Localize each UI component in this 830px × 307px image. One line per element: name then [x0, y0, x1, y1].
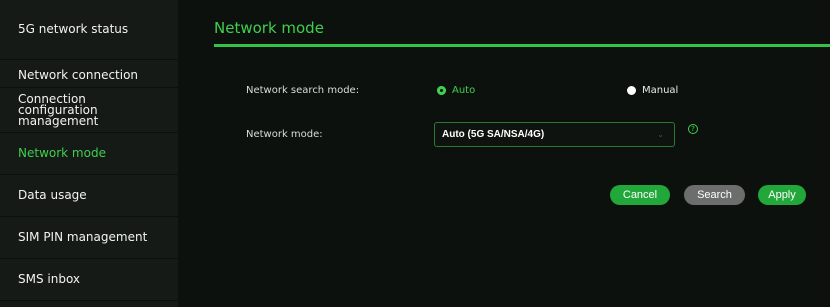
sidebar-item-data-usage[interactable]: Data usage [0, 175, 178, 217]
cancel-button[interactable]: Cancel [610, 185, 670, 205]
network-mode-value: Auto (5G SA/NSA/4G) [442, 129, 545, 140]
sidebar-item-label: SIM PIN management [18, 230, 148, 244]
sidebar-item-network-mode[interactable]: Network mode [0, 133, 178, 175]
sidebar-item-label: SMS inbox [18, 272, 81, 286]
radio-auto[interactable]: Auto [437, 85, 475, 96]
sidebar-item-label: Network mode [18, 146, 106, 160]
network-search-mode-label: Network search mode: [246, 85, 360, 96]
radio-manual-label: Manual [642, 85, 679, 96]
sidebar-item-sms-inbox[interactable]: SMS inbox [0, 259, 178, 301]
radio-manual[interactable]: Manual [627, 85, 678, 96]
sidebar-item-network-connection[interactable]: Network connection [0, 60, 178, 88]
main-panel: Network mode Network search mode: Auto M… [178, 0, 830, 307]
radio-auto-label: Auto [452, 85, 476, 96]
search-button[interactable]: Search [684, 185, 745, 205]
page-title: Network mode [214, 19, 324, 37]
network-mode-label: Network mode: [246, 129, 323, 140]
chevron-down-icon: ⌄ [657, 130, 664, 139]
sidebar-item-label: Network connection [18, 68, 139, 82]
sidebar-item-label: 5G network status [18, 22, 129, 36]
apply-button[interactable]: Apply [758, 185, 806, 205]
help-icon[interactable]: ? [688, 124, 698, 134]
network-mode-select[interactable]: Auto (5G SA/NSA/4G) ⌄ [434, 122, 675, 147]
sidebar-item-connection-configuration-management[interactable]: Connection configuration management [0, 88, 178, 133]
sidebar-item-5g-network-status[interactable]: 5G network status [0, 0, 178, 60]
radio-selected-icon [437, 86, 446, 95]
sidebar-item-label: Data usage [18, 188, 87, 202]
sidebar-item-sim-pin-management[interactable]: SIM PIN management [0, 217, 178, 259]
title-divider [214, 44, 830, 47]
radio-unselected-icon [627, 86, 636, 95]
sidebar: 5G network status Network connection Con… [0, 0, 178, 307]
sidebar-item-label: Connection configuration management [18, 91, 99, 128]
